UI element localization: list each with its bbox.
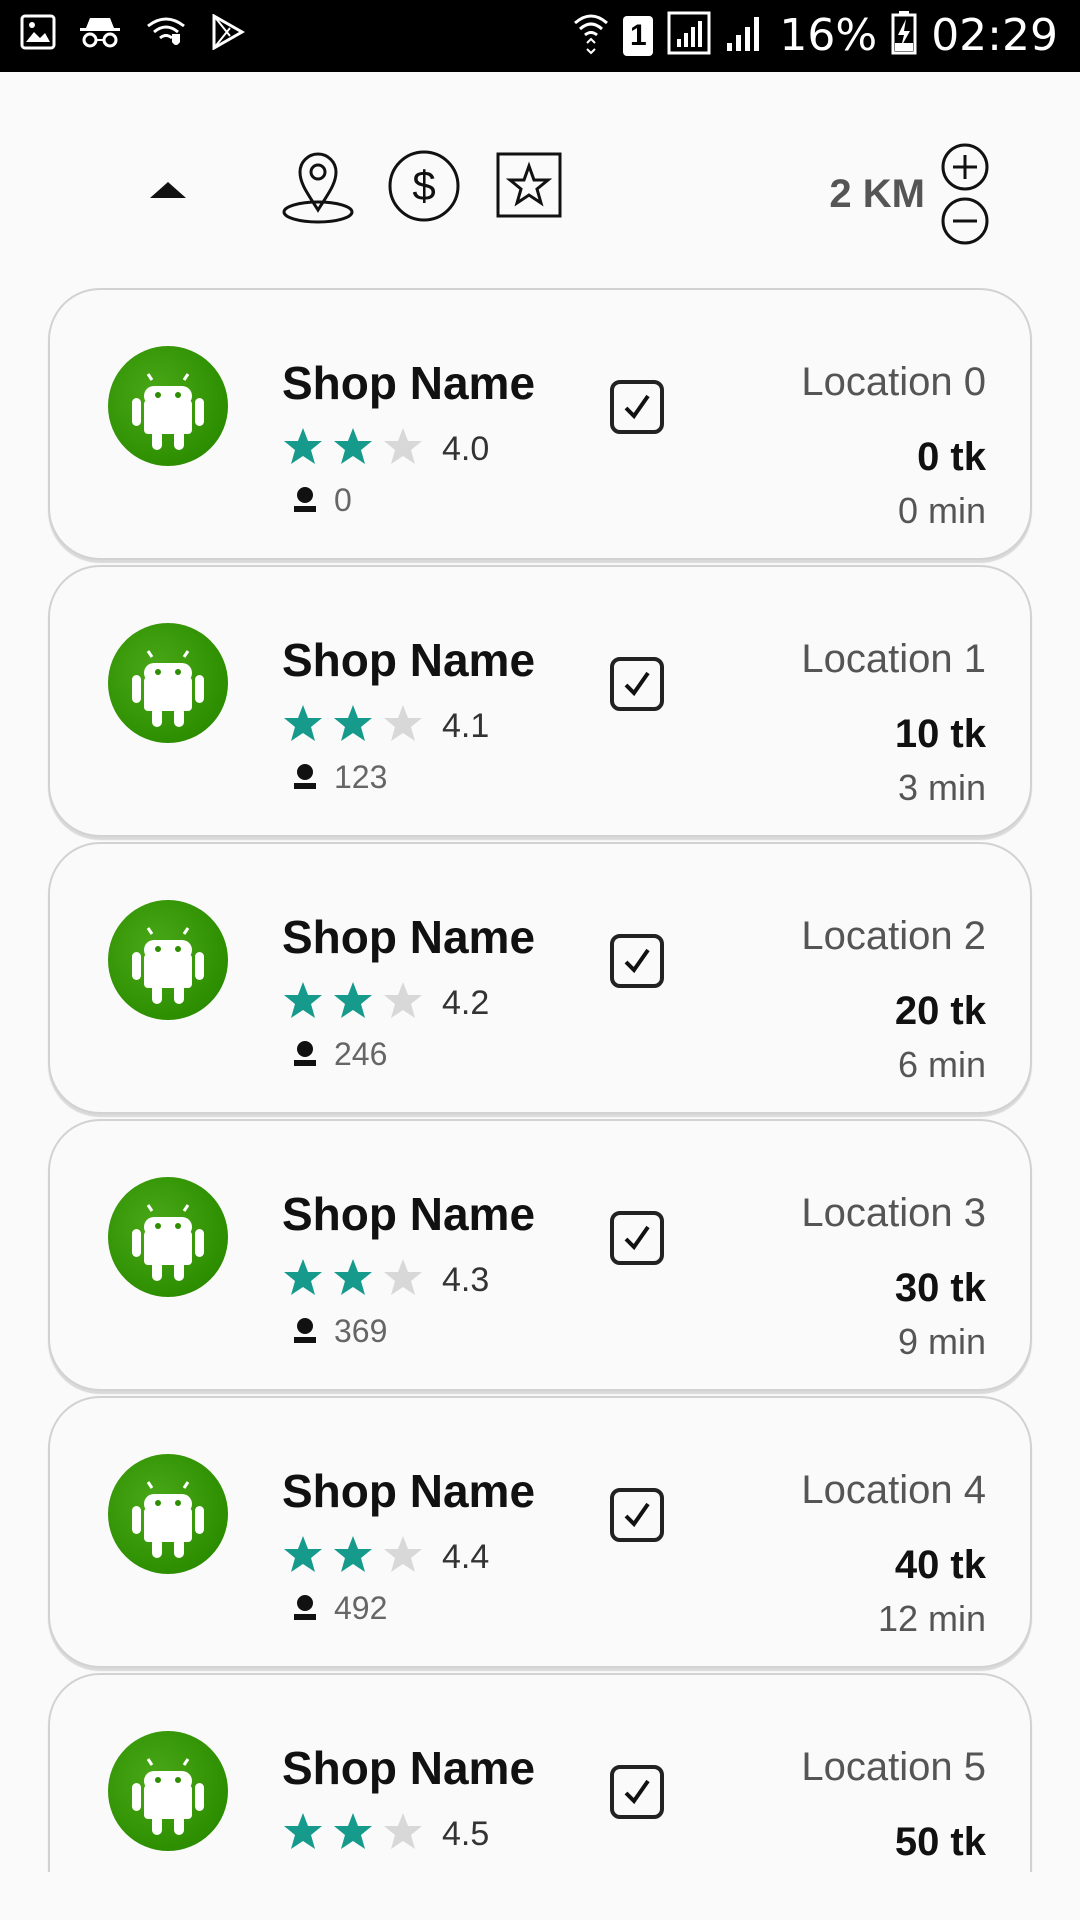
star-filled-icon <box>282 1257 324 1302</box>
shop-time: 9 min <box>897 1321 986 1362</box>
shop-time: 6 min <box>897 1044 986 1085</box>
rating-stars <box>282 426 424 471</box>
shop-name: Shop Name <box>282 634 536 686</box>
review-count: 492 <box>334 1590 388 1626</box>
star-filled-icon <box>282 703 324 748</box>
star-filled-icon <box>332 426 374 471</box>
shop-card[interactable]: Shop Name 4.0 0 Location 0 0 tk 0 min <box>48 288 1032 560</box>
android-logo-icon <box>108 346 228 466</box>
star-empty-icon <box>382 426 424 471</box>
shop-card[interactable]: Shop Name 4.4 492 Location 4 40 tk 12 min <box>48 1396 1032 1668</box>
person-icon <box>290 1038 320 1073</box>
star-filled-icon <box>282 1811 324 1856</box>
review-count: 123 <box>334 759 388 795</box>
shop-list: Shop Name 4.0 0 Location 00 tk 0 min Shop Nam… <box>0 0 1080 1872</box>
shop-location: Location 3 <box>801 1191 986 1235</box>
star-filled-icon <box>282 980 324 1025</box>
rating-stars <box>282 1534 424 1579</box>
rating-stars <box>282 703 424 748</box>
shop-location: Location 1 <box>801 637 986 681</box>
rating-value: 4.2 <box>442 984 490 1022</box>
shop-name: Shop Name <box>282 1188 536 1240</box>
shop-checkbox[interactable] <box>610 1488 664 1542</box>
person-icon <box>290 484 320 519</box>
star-filled-icon <box>332 1811 374 1856</box>
android-logo-icon <box>108 623 228 743</box>
shop-card[interactable]: Shop Name 4.3 369 Location 3 30 tk 9 min <box>48 1119 1032 1391</box>
rating-value: 4.0 <box>442 430 490 468</box>
shop-price: 0 tk <box>917 435 986 479</box>
star-filled-icon <box>282 1534 324 1579</box>
shop-time: 12 min <box>877 1598 986 1639</box>
star-filled-icon <box>282 426 324 471</box>
shop-checkbox[interactable] <box>610 1211 664 1265</box>
shop-price: 10 tk <box>894 712 986 756</box>
star-filled-icon <box>332 703 374 748</box>
shop-location: Location 2 <box>801 914 986 958</box>
person-icon <box>290 761 320 796</box>
review-count: 369 <box>334 1313 388 1349</box>
rating-stars <box>282 980 424 1025</box>
android-logo-icon <box>108 900 228 1020</box>
rating-value: 4.3 <box>442 1261 490 1299</box>
rating-stars <box>282 1257 424 1302</box>
rating-value: 4.4 <box>442 1538 490 1576</box>
star-empty-icon <box>382 703 424 748</box>
star-empty-icon <box>382 980 424 1025</box>
shop-checkbox[interactable] <box>610 657 664 711</box>
person-icon <box>290 1869 320 1872</box>
star-empty-icon <box>382 1811 424 1856</box>
star-filled-icon <box>332 980 374 1025</box>
android-logo-icon <box>108 1454 228 1574</box>
android-logo-icon <box>108 1177 228 1297</box>
shop-name: Shop Name <box>282 357 536 409</box>
person-icon <box>290 1592 320 1627</box>
shop-card[interactable]: Shop Name 4.2 246 Location 2 20 tk 6 min <box>48 842 1032 1114</box>
shop-price: 40 tk <box>894 1543 986 1587</box>
rating-value: 4.5 <box>442 1815 490 1853</box>
shop-name: Shop Name <box>282 1465 536 1517</box>
shop-location: Location 5 <box>801 1745 986 1789</box>
star-empty-icon <box>382 1534 424 1579</box>
shop-checkbox[interactable] <box>610 934 664 988</box>
shop-price: 50 tk <box>894 1820 986 1864</box>
shop-price: 20 tk <box>894 989 986 1033</box>
shop-time: 0 min <box>897 490 986 531</box>
shop-checkbox[interactable] <box>610 1765 664 1819</box>
star-filled-icon <box>332 1534 374 1579</box>
rating-value: 4.1 <box>442 707 490 745</box>
shop-name: Shop Name <box>282 911 536 963</box>
shop-time: 3 min <box>897 767 986 808</box>
android-logo-icon <box>108 1731 228 1851</box>
shop-price: 30 tk <box>894 1266 986 1310</box>
review-count: 246 <box>334 1036 388 1072</box>
shop-name: Shop Name <box>282 1742 536 1794</box>
shop-location: Location 4 <box>801 1468 986 1512</box>
rating-stars <box>282 1811 424 1856</box>
shop-card[interactable]: Shop Name 4.1 123 Location 1 10 tk 3 min <box>48 565 1032 837</box>
shop-checkbox[interactable] <box>610 380 664 434</box>
star-empty-icon <box>382 1257 424 1302</box>
shop-location: Location 0 <box>801 360 986 404</box>
review-count: 0 <box>334 482 352 518</box>
shop-card[interactable]: Shop Name 4.5 Location 5 50 tk <box>48 1673 1032 1872</box>
person-icon <box>290 1315 320 1350</box>
star-filled-icon <box>332 1257 374 1302</box>
